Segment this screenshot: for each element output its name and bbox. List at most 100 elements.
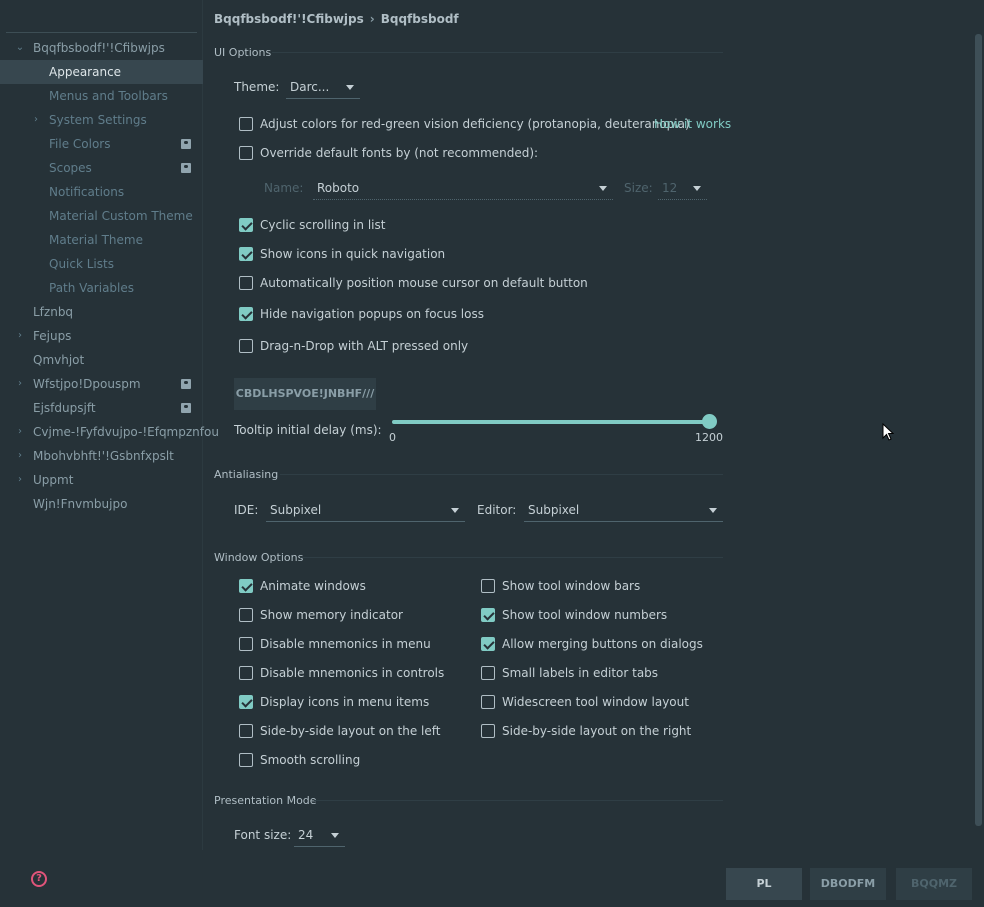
sidebar-item[interactable]: Path Variables — [0, 276, 203, 300]
window-option-label: Side-by-side layout on the right — [502, 724, 692, 738]
window-option-checkbox[interactable] — [481, 579, 495, 593]
window-option-checkbox[interactable] — [239, 579, 253, 593]
help-icon[interactable]: ? — [31, 871, 47, 887]
chevron-right-icon[interactable]: › — [14, 372, 26, 396]
sidebar-item[interactable]: Scopes — [0, 156, 203, 180]
breadcrumb-current: Bqqfbsbodf — [380, 12, 459, 26]
sidebar-item[interactable]: Wjn!Fnvmbujpo — [0, 492, 203, 516]
sidebar-item[interactable]: Menus and Toolbars — [0, 84, 203, 108]
sidebar-item-label: System Settings — [49, 113, 147, 127]
chevron-down-icon — [346, 85, 354, 90]
window-option-checkbox[interactable] — [239, 608, 253, 622]
font-size-dropdown[interactable]: 12 — [658, 178, 707, 200]
sidebar-item[interactable]: › Uppmt — [0, 468, 203, 492]
window-option-checkbox[interactable] — [481, 695, 495, 709]
tooltip-delay-slider[interactable] — [392, 420, 710, 424]
show-icons-nav-label: Show icons in quick navigation — [260, 247, 446, 261]
how-it-works-link[interactable]: How it works — [654, 117, 731, 131]
window-option-label: Show memory indicator — [260, 608, 403, 622]
sidebar-item-label: Uppmt — [33, 473, 74, 487]
sidebar-item[interactable]: › Mbohvbhft!'!Gsbnfxpslt — [0, 444, 203, 468]
presentation-font-size-dropdown[interactable]: 24 — [294, 825, 345, 847]
sidebar-item[interactable]: › Cvjme-!Fyfdvujpo-!Efqmpznfou — [0, 420, 219, 444]
sidebar-item-label: File Colors — [49, 137, 111, 151]
sidebar-item[interactable]: › Wfstjpo!Dpouspm — [0, 372, 203, 396]
sidebar-item[interactable]: Notifications — [0, 180, 203, 204]
chevron-right-icon[interactable]: › — [14, 444, 26, 468]
sidebar-item[interactable]: ⌄ Bqqfbsbodf!'!Cfibwjps — [0, 36, 203, 60]
tooltip-delay-max: 1200 — [695, 431, 723, 444]
window-option-label: Small labels in editor tabs — [502, 666, 659, 680]
window-option-checkbox[interactable] — [481, 637, 495, 651]
ide-antialiasing-value: Subpixel — [270, 503, 322, 517]
override-fonts-checkbox[interactable] — [239, 146, 253, 160]
window-option-label: Display icons in menu items — [260, 695, 430, 709]
theme-dropdown[interactable]: Darc... — [286, 77, 360, 99]
adjust-colors-checkbox[interactable] — [239, 117, 253, 131]
sidebar-item[interactable]: Qmvhjot — [0, 348, 203, 372]
sidebar-item-label: Bqqfbsbodf!'!Cfibwjps — [33, 41, 165, 55]
sidebar-item-label: Appearance — [49, 65, 122, 79]
tooltip-delay-slider-thumb[interactable] — [702, 414, 717, 429]
sidebar-item[interactable]: Material Custom Theme — [0, 204, 203, 228]
chevron-down-icon — [599, 186, 607, 191]
presentation-font-size-value: 24 — [298, 828, 314, 842]
ui-options-divider — [272, 52, 723, 53]
window-option-checkbox[interactable] — [481, 608, 495, 622]
breadcrumb-separator: › — [369, 12, 375, 26]
breadcrumb-parent[interactable]: Bqqfbsbodf!'!Cfibwjps — [214, 12, 364, 26]
presentation-mode-title: Presentation Mode — [214, 794, 317, 807]
chevron-right-icon[interactable]: › — [14, 324, 26, 348]
person-badge-icon — [181, 163, 191, 173]
window-options-title: Window Options — [214, 551, 304, 564]
sidebar-item[interactable]: File Colors — [0, 132, 203, 156]
cancel-button[interactable]: DBODFM — [810, 868, 886, 900]
cyclic-scrolling-checkbox[interactable] — [239, 218, 253, 232]
window-option-label: Animate windows — [260, 579, 366, 593]
sidebar-item[interactable]: Appearance — [0, 60, 203, 84]
window-option-label: Show tool window numbers — [502, 608, 668, 622]
sidebar-item[interactable]: Ejsfdupsjft — [0, 396, 203, 420]
vertical-scrollbar[interactable] — [975, 34, 982, 826]
chevron-right-icon[interactable]: › — [14, 420, 26, 444]
window-option-checkbox[interactable] — [481, 724, 495, 738]
editor-antialiasing-dropdown[interactable]: Subpixel — [524, 500, 723, 522]
sidebar-item[interactable]: › System Settings — [0, 108, 203, 132]
window-option-checkbox[interactable] — [239, 695, 253, 709]
sidebar-item[interactable]: Quick Lists — [0, 252, 203, 276]
chevron-down-icon — [451, 508, 459, 513]
breadcrumb: Bqqfbsbodf!'!Cfibwjps › Bqqfbsbodf — [214, 12, 459, 26]
override-fonts-label: Override default fonts by (not recommend… — [260, 146, 539, 160]
sidebar-item-label: Scopes — [49, 161, 92, 175]
window-option-checkbox[interactable] — [239, 637, 253, 651]
sidebar-item[interactable]: Lfznbq — [0, 300, 203, 324]
window-option-checkbox[interactable] — [239, 753, 253, 767]
hide-popups-checkbox[interactable] — [239, 307, 253, 321]
presentation-divider — [314, 800, 723, 801]
chevron-down-icon[interactable]: ⌄ — [14, 36, 26, 60]
ok-button[interactable]: PL — [726, 868, 802, 900]
window-option-checkbox[interactable] — [481, 666, 495, 680]
chevron-down-icon — [709, 508, 717, 513]
theme-label: Theme: — [234, 80, 280, 94]
auto-position-cursor-checkbox[interactable] — [239, 276, 253, 290]
chevron-right-icon[interactable]: › — [14, 468, 26, 492]
tooltip-delay-label: Tooltip initial delay (ms): — [234, 423, 382, 437]
sidebar-item[interactable]: › Fejups — [0, 324, 203, 348]
window-option-checkbox[interactable] — [239, 666, 253, 680]
ide-antialiasing-dropdown[interactable]: Subpixel — [266, 500, 465, 522]
window-option-checkbox[interactable] — [239, 724, 253, 738]
sidebar-item-label: Mbohvbhft!'!Gsbnfxpslt — [33, 449, 174, 463]
font-name-dropdown[interactable]: Roboto — [313, 178, 613, 200]
show-icons-nav-checkbox[interactable] — [239, 247, 253, 261]
antialiasing-title: Antialiasing — [214, 468, 279, 481]
sidebar-item-label: Lfznbq — [33, 305, 74, 319]
drag-drop-alt-checkbox[interactable] — [239, 339, 253, 353]
sidebar-item-label: Material Custom Theme — [49, 209, 193, 223]
sidebar-item[interactable]: Material Theme — [0, 228, 203, 252]
sidebar-item-label: Wjn!Fnvmbujpo — [33, 497, 128, 511]
adjust-colors-label: Adjust colors for red-green vision defic… — [260, 117, 690, 131]
background-image-button[interactable]: CBDLHSPVOE!JNBHF/// — [234, 378, 376, 410]
apply-button[interactable]: BQQMZ — [896, 868, 972, 900]
chevron-right-icon[interactable]: › — [30, 108, 42, 132]
